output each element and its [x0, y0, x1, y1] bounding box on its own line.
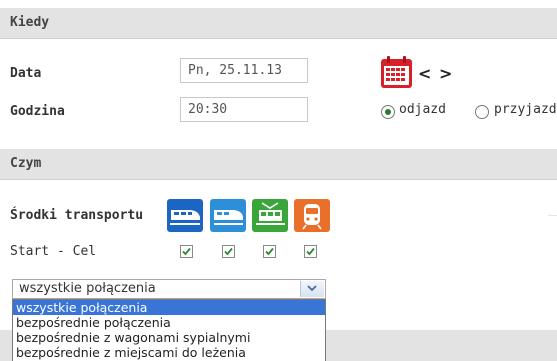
calendar-icon[interactable] [380, 55, 414, 89]
arrival-radio-label[interactable]: przyjazd [494, 102, 557, 117]
dropdown-option[interactable]: bezpośrednie połączenia [13, 315, 325, 330]
connections-select-value: wszystkie połączenia [19, 281, 156, 296]
prev-day-arrow[interactable]: < [418, 64, 431, 83]
check-icon [265, 247, 274, 256]
time-input[interactable]: 20:30 [180, 97, 308, 122]
connections-dropdown-list: wszystkie połączenia bezpośrednie połącz… [12, 299, 326, 361]
connections-select[interactable]: wszystkie połączenia [12, 279, 326, 299]
start-cel-label: Start - Cel [10, 244, 97, 259]
check-icon [306, 247, 315, 256]
divider [548, 215, 557, 216]
arrival-radio[interactable] [475, 105, 489, 119]
intercity-train-icon[interactable] [167, 199, 203, 232]
dropdown-option[interactable]: wszystkie połączenia [13, 300, 325, 315]
transport-label: Środki transportu [10, 208, 144, 223]
start-cel-checkbox-2[interactable] [222, 245, 235, 258]
regional-train-icon[interactable] [252, 199, 288, 232]
departure-radio[interactable] [381, 105, 395, 119]
start-cel-checkbox-4[interactable] [304, 245, 317, 258]
chevron-down-icon[interactable] [300, 281, 324, 297]
date-input[interactable]: Pn, 25.11.13 [180, 58, 308, 83]
date-label: Data [10, 66, 42, 81]
section-how-header: Czym [0, 149, 557, 180]
check-icon [182, 247, 191, 256]
next-day-arrow[interactable]: > [439, 64, 452, 83]
express-train-icon[interactable] [210, 199, 246, 232]
section-when-title: Kiedy [10, 15, 50, 30]
dropdown-option[interactable]: bezpośrednie z miejscami do leżenia [13, 345, 325, 360]
dropdown-option[interactable]: bezpośrednie z wagonami sypialnymi [13, 330, 325, 345]
time-label: Godzina [10, 104, 65, 119]
section-when-header: Kiedy [0, 8, 557, 39]
section-how-title: Czym [10, 156, 42, 171]
departure-radio-label[interactable]: odjazd [399, 102, 446, 117]
start-cel-checkbox-3[interactable] [263, 245, 276, 258]
check-icon [224, 247, 233, 256]
start-cel-checkbox-1[interactable] [180, 245, 193, 258]
radio-selected-dot [385, 109, 391, 115]
local-train-icon[interactable] [294, 199, 330, 232]
